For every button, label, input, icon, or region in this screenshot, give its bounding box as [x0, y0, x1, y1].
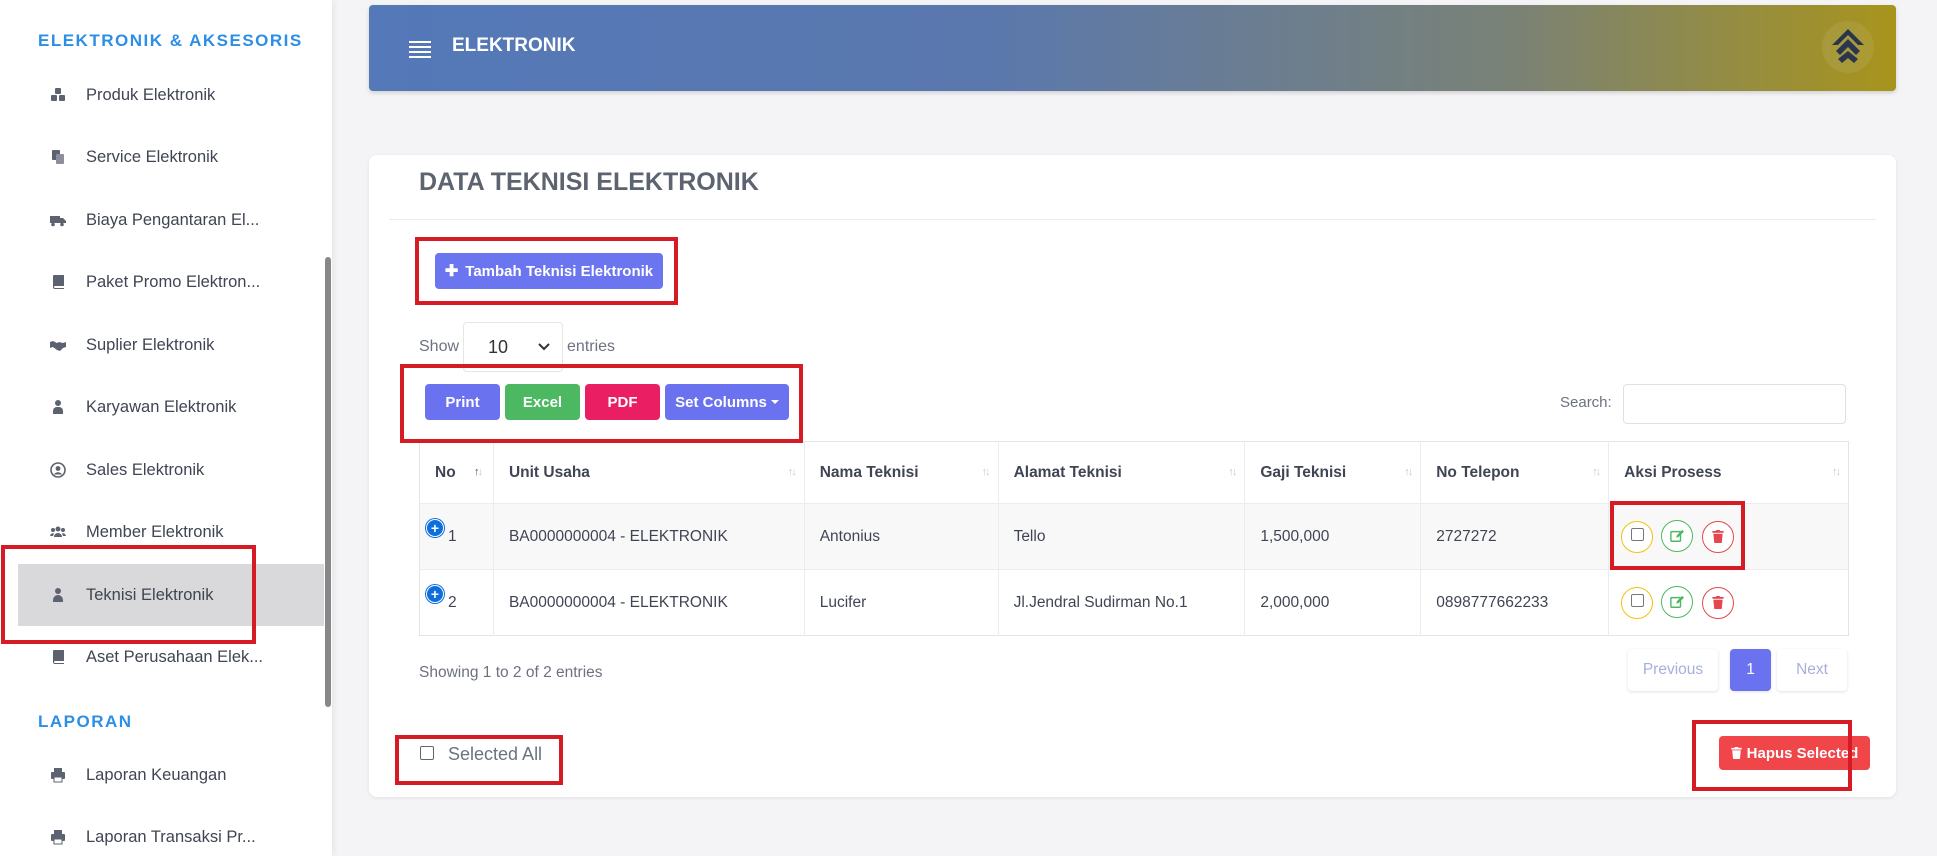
print-icon [48, 827, 68, 847]
cell-unit-usaha: BA0000000004 - ELEKTRONIK [493, 569, 805, 636]
book-icon [48, 272, 68, 292]
sidebar-item-label: Sales Elektronik [86, 460, 205, 479]
sidebar-item-label: Biaya Pengantaran El... [86, 210, 260, 229]
expand-row-icon[interactable]: + [426, 519, 444, 537]
edit-button[interactable] [1661, 586, 1694, 619]
sort-icon: ↑↓ [1592, 466, 1601, 478]
pagination-next[interactable]: Next [1777, 649, 1847, 691]
sidebar-item-suplier[interactable]: Suplier Elektronik [18, 314, 324, 376]
cell-nama-teknisi: Antonius [804, 503, 999, 570]
cell-unit-usaha: BA0000000004 - ELEKTRONIK [493, 503, 805, 570]
sidebar: ELEKTRONIK & AKSESORIS Produk Elektronik… [0, 0, 332, 856]
cell-nama-teknisi: Lucifer [804, 569, 999, 636]
search-label: Search: [1560, 394, 1612, 411]
table-header-row: No ↑↓ Unit Usaha ↑↓ Nama Teknisi ↑↓ Alamat … [419, 441, 1849, 504]
sidebar-item-sales[interactable]: Sales Elektronik [18, 439, 324, 501]
entries-label: entries [567, 338, 616, 355]
highlight-box-selected-all [395, 735, 563, 785]
column-header-alamat-teknisi[interactable]: Alamat Teknisi ↑↓ [998, 441, 1246, 504]
column-header-no[interactable]: No ↑↓ [419, 441, 494, 504]
sidebar-item-biaya-pengantaran[interactable]: Biaya Pengantaran El... [18, 189, 324, 251]
pagination-page-1[interactable]: 1 [1730, 649, 1771, 691]
cell-gaji-teknisi: 1,500,000 [1244, 503, 1422, 570]
column-header-gaji-teknisi[interactable]: Gaji Teknisi ↑↓ [1244, 441, 1422, 504]
pagination: Previous 1 Next [1628, 649, 1847, 691]
table-info: Showing 1 to 2 of 2 entries [419, 664, 603, 681]
sidebar-item-laporan-transaksi[interactable]: Laporan Transaksi Pr... [18, 806, 324, 856]
sidebar-item-label: Laporan Transaksi Pr... [86, 827, 256, 846]
book-icon [48, 647, 68, 667]
print-icon [48, 765, 68, 785]
handshake-icon [48, 335, 68, 355]
user-circle-icon [48, 460, 68, 480]
users-icon [48, 522, 68, 542]
sidebar-item-laporan-keuangan[interactable]: Laporan Keuangan [18, 744, 324, 806]
cell-aksi [1608, 569, 1849, 636]
highlight-box-export-buttons [400, 364, 803, 443]
sidebar-item-label: Aset Perusahaan Elek... [86, 647, 264, 666]
cell-no: +2 [419, 569, 494, 636]
table-row: +2 BA0000000004 - ELEKTRONIK Lucifer Jl.… [419, 569, 1849, 636]
user-tie-icon [48, 397, 68, 417]
sidebar-item-label: Paket Promo Elektron... [86, 272, 261, 291]
chevron-down-icon [538, 343, 550, 351]
sort-icon: ↑↓ [1832, 466, 1841, 478]
cell-alamat-teknisi: Jl.Jendral Sudirman No.1 [998, 569, 1246, 636]
cubes-icon [48, 85, 68, 105]
expand-row-icon[interactable]: + [426, 585, 444, 603]
sidebar-item-label: Karyawan Elektronik [86, 397, 237, 416]
truck-icon [48, 210, 68, 230]
sort-icon: ↑↓ [1228, 466, 1237, 478]
delete-button[interactable] [1701, 586, 1734, 619]
card-divider [389, 219, 1876, 220]
show-label: Show [419, 338, 460, 355]
sidebar-item-karyawan[interactable]: Karyawan Elektronik [18, 376, 324, 438]
checkbox-icon [1630, 594, 1644, 608]
highlight-box-hapus-selected [1692, 720, 1852, 791]
search-input[interactable] [1623, 384, 1846, 424]
cell-no-telepon: 0898777662233 [1420, 569, 1610, 636]
sidebar-item-produk-elektronik[interactable]: Produk Elektronik [18, 64, 324, 126]
column-header-nama-teknisi[interactable]: Nama Teknisi ↑↓ [804, 441, 999, 504]
cell-no-telepon: 2727272 [1420, 503, 1610, 570]
cell-no: +1 [419, 503, 494, 570]
sort-icon: ↑↓ [1404, 466, 1413, 478]
highlight-box-sidebar-teknisi [1, 545, 256, 644]
row-select-checkbox[interactable] [1621, 586, 1654, 619]
sidebar-item-service-elektronik[interactable]: Service Elektronik [18, 126, 324, 188]
column-header-no-telepon[interactable]: No Telepon ↑↓ [1420, 441, 1610, 504]
top-navbar: ELEKTRONIK [369, 5, 1896, 91]
sidebar-section-elektronik: ELEKTRONIK & AKSESORIS [38, 31, 303, 50]
menu-toggle-icon[interactable] [409, 41, 431, 61]
sidebar-item-paket-promo[interactable]: Paket Promo Elektron... [18, 251, 324, 313]
column-header-unit-usaha[interactable]: Unit Usaha ↑↓ [493, 441, 805, 504]
sort-icon: ↑↓ [473, 466, 483, 478]
page-title: DATA TEKNISI ELEKTRONIK [419, 168, 759, 196]
copy-icon [48, 147, 68, 167]
pagination-previous[interactable]: Previous [1628, 649, 1718, 691]
sidebar-item-label: Laporan Keuangan [86, 765, 227, 784]
highlight-box-row-actions [1610, 501, 1745, 570]
edit-icon [1670, 596, 1685, 609]
page-length-value: 10 [488, 336, 509, 357]
sidebar-item-label: Produk Elektronik [86, 85, 216, 104]
sidebar-item-label: Service Elektronik [86, 147, 219, 166]
highlight-box-add-button [415, 237, 678, 305]
sidebar-item-label: Member Elektronik [86, 522, 224, 541]
header-title: ELEKTRONIK [452, 35, 576, 56]
sidebar-scrollbar[interactable] [325, 257, 331, 707]
sort-icon: ↑↓ [787, 466, 797, 478]
trash-icon [1712, 596, 1724, 610]
column-header-aksi-prosess[interactable]: Aksi Prosess ↑↓ [1608, 441, 1849, 504]
cell-gaji-teknisi: 2,000,000 [1244, 569, 1422, 636]
sidebar-section-laporan: LAPORAN [38, 712, 133, 731]
sidebar-item-label: Suplier Elektronik [86, 335, 215, 354]
cell-alamat-teknisi: Tello [998, 503, 1246, 570]
brand-logo-icon[interactable] [1822, 21, 1874, 73]
sort-icon: ↑↓ [981, 466, 991, 478]
